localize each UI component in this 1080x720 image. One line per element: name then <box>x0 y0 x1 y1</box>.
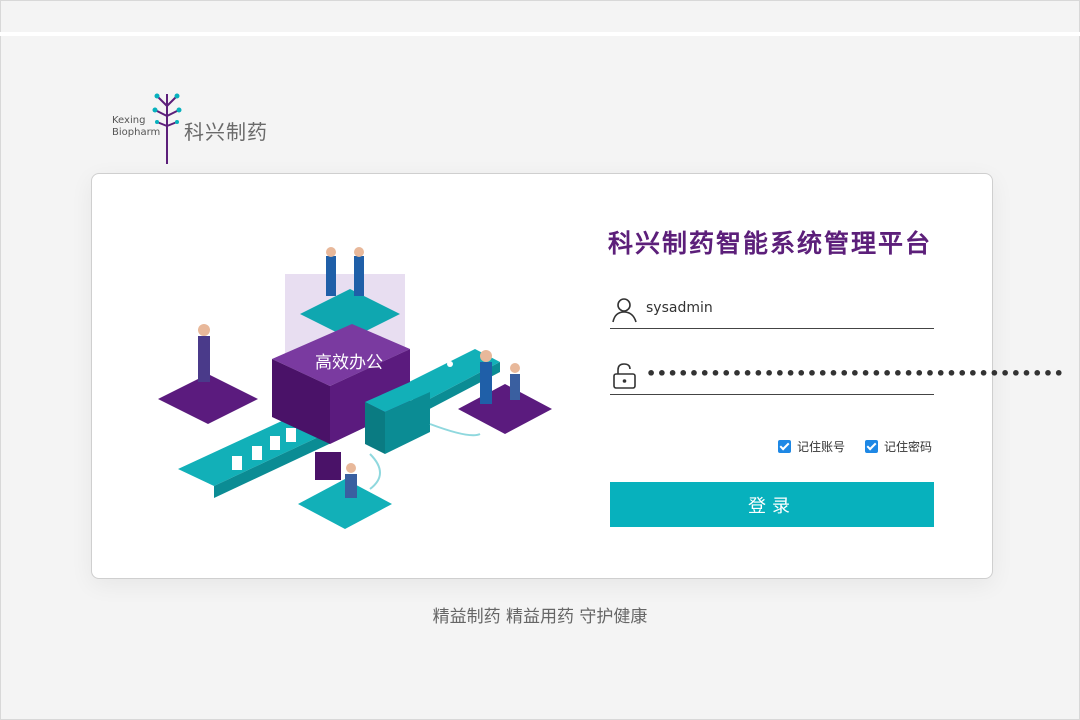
remember-password-checkbox[interactable]: 记住密码 <box>865 438 932 455</box>
footer-slogan: 精益制药 精益用药 守护健康 <box>432 607 648 627</box>
page-title: 科兴制药智能系统管理平台 <box>608 229 933 258</box>
login-card: 高效办公 科兴制药智能系统管理平台 sysadmin •••••••••••••… <box>91 173 1064 579</box>
remember-password-label: 记住密码 <box>884 440 933 454</box>
checkbox-checked-icon[interactable] <box>778 440 791 453</box>
brand-mark-icon <box>152 93 182 164</box>
office-illustration: 高效办公 <box>158 247 552 529</box>
top-divider <box>0 32 1080 36</box>
unlock-icon <box>613 363 636 389</box>
brand-chinese-name: 科兴制药 <box>184 120 268 144</box>
username-value[interactable]: sysadmin <box>646 300 713 316</box>
illustration-label: 高效办公 <box>315 353 383 373</box>
checkbox-checked-icon[interactable] <box>865 440 878 453</box>
remember-account-label: 记住账号 <box>797 440 846 454</box>
password-field[interactable]: ••••••••••••••••••••••••••••••••••••••• <box>610 360 1064 395</box>
remember-account-checkbox[interactable]: 记住账号 <box>778 438 845 455</box>
password-value[interactable]: ••••••••••••••••••••••••••••••••••••••• <box>646 364 1064 383</box>
login-button[interactable]: 登录 <box>610 482 934 527</box>
user-icon <box>612 298 637 323</box>
brand-logo: Kexing Biopharm 科兴制药 <box>112 92 292 166</box>
username-field[interactable]: sysadmin <box>610 294 934 329</box>
